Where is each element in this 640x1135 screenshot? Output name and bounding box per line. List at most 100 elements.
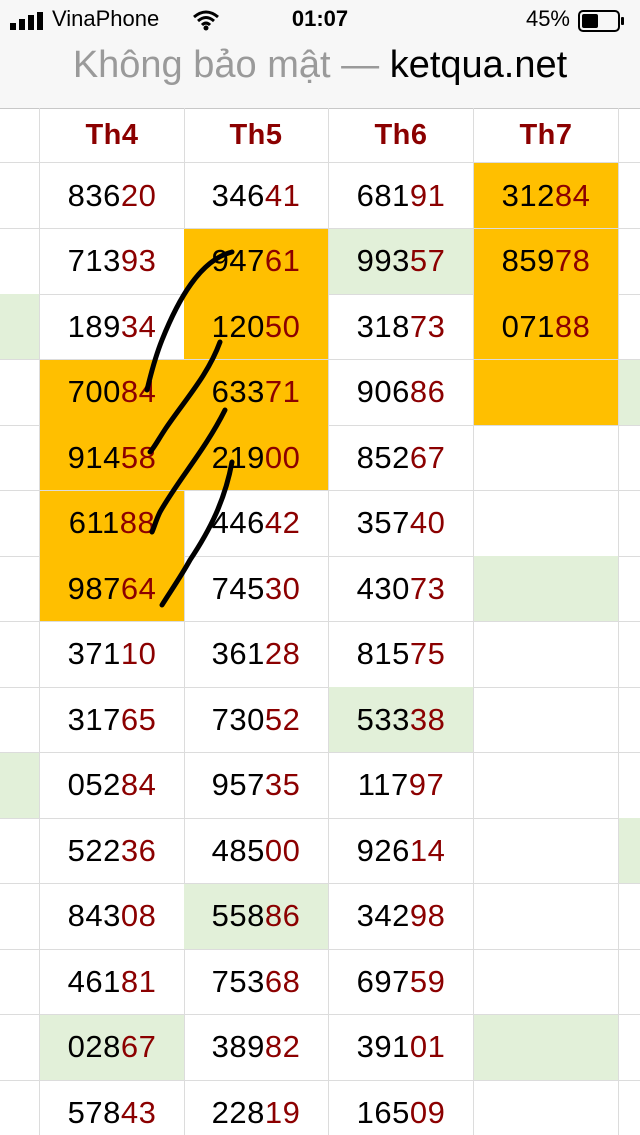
table-cell: 357 40	[329, 490, 474, 557]
table-cell: 312 84	[474, 163, 619, 229]
number-suffix: 30	[264, 570, 301, 606]
number-suffix: 73	[409, 308, 446, 344]
number-suffix: 67	[409, 439, 446, 475]
table-cell: 318 73	[329, 294, 474, 360]
number-prefix: 993	[356, 243, 410, 278]
number-prefix: 745	[211, 570, 265, 606]
table-cell: 815 75	[329, 621, 474, 688]
number-suffix: 50	[264, 308, 301, 344]
number-prefix: 947	[211, 243, 265, 278]
table-cell: 713 93	[40, 228, 185, 295]
table-cell	[619, 949, 640, 1015]
table-cell: 446 42	[184, 490, 329, 557]
number-suffix: 84	[120, 374, 157, 409]
number-prefix: 522	[67, 832, 121, 868]
table-cell	[474, 752, 619, 819]
table-cell: 6	[0, 425, 40, 491]
table-cell: 906 86	[329, 359, 474, 426]
table-cell: 2	[0, 556, 40, 622]
number-suffix: 09	[409, 1094, 446, 1130]
number-suffix: 86	[264, 898, 301, 933]
number-prefix: 120	[211, 308, 265, 344]
number-suffix: 93	[120, 243, 157, 278]
number-prefix: 730	[211, 701, 265, 737]
table-cell: 1	[0, 1080, 40, 1135]
column-header	[0, 108, 40, 163]
number-prefix: 836	[67, 177, 121, 213]
table-cell: 5	[0, 228, 40, 295]
number-prefix: 697	[356, 963, 410, 999]
table-cell	[619, 818, 640, 884]
table-cell: 533 38	[329, 687, 474, 753]
number-prefix: 361	[211, 636, 265, 671]
table-cell: 611 88	[40, 490, 185, 557]
table-cell: 346 41	[184, 163, 329, 229]
number-suffix: 10	[120, 636, 157, 671]
number-suffix: 34	[120, 308, 157, 344]
address-bar[interactable]: Không bảo mật — ketqua.net	[0, 40, 640, 109]
site-domain: ketqua.net	[389, 44, 568, 86]
number-prefix: 633	[211, 374, 265, 409]
number-suffix: 42	[264, 505, 301, 540]
number-prefix: 117	[357, 767, 409, 802]
number-prefix: 700	[67, 374, 121, 409]
number-prefix: 071	[501, 308, 555, 344]
table-cell: 633 71	[184, 359, 329, 426]
table-cell: 028 67	[40, 1014, 185, 1081]
table-cell: 914 58	[40, 425, 185, 491]
number-prefix: 914	[67, 439, 121, 475]
number-suffix: 84	[554, 177, 591, 213]
table-cell: 165 09	[329, 1080, 474, 1135]
number-suffix: 43	[120, 1094, 157, 1130]
column-header: Th6	[329, 108, 474, 163]
table-cell: 5	[0, 359, 40, 426]
table-cell: 843 08	[40, 883, 185, 950]
table-cell: 578 43	[40, 1080, 185, 1135]
number-prefix: 906	[356, 374, 410, 409]
number-suffix: 61	[264, 243, 301, 278]
table-cell: 522 36	[40, 818, 185, 884]
table-cell: 947 61	[184, 228, 329, 295]
table-cell: 389 82	[184, 1014, 329, 1081]
number-prefix: 815	[356, 636, 410, 671]
number-suffix: 01	[409, 1029, 446, 1064]
number-suffix: 35	[264, 767, 301, 802]
battery-percent: 45%	[525, 6, 570, 31]
table-cell: 052 84	[40, 752, 185, 819]
security-warning-label: Không bảo mật —	[72, 44, 380, 86]
number-suffix: 58	[120, 439, 157, 475]
number-suffix: 41	[264, 177, 301, 213]
table-cell: 430 73	[329, 556, 474, 622]
number-prefix: 346	[211, 177, 265, 213]
number-prefix: 461	[67, 963, 121, 999]
number-suffix: 82	[264, 1029, 301, 1064]
number-prefix: 843	[67, 898, 121, 933]
number-suffix: 28	[264, 636, 301, 671]
table-cell: 8	[0, 1014, 40, 1081]
number-prefix: 391	[356, 1029, 410, 1064]
table-cell: 745 30	[184, 556, 329, 622]
number-prefix: 317	[67, 701, 121, 737]
number-prefix: 357	[356, 505, 410, 540]
number-suffix: 81	[120, 963, 157, 999]
number-prefix: 189	[67, 308, 121, 344]
number-suffix: 19	[264, 1094, 301, 1130]
number-prefix: 446	[211, 505, 265, 540]
number-suffix: 14	[409, 832, 446, 868]
table-cell: 461 81	[40, 949, 185, 1015]
table-cell: 1	[0, 818, 40, 884]
table-cell	[474, 359, 619, 426]
table-cell: 957 35	[184, 752, 329, 819]
table-cell	[474, 818, 619, 884]
number-prefix: 371	[67, 636, 121, 671]
table-cell	[619, 753, 640, 819]
number-prefix: 852	[356, 439, 410, 475]
table-cell	[474, 490, 619, 557]
number-prefix: 318	[356, 308, 410, 344]
table-cell: 2	[0, 621, 40, 688]
table-cell	[619, 359, 640, 426]
table-cell	[619, 1080, 640, 1135]
table-cell: 342 98	[329, 883, 474, 950]
table-cell: 485 00	[184, 818, 329, 884]
table-cell: 852 67	[329, 425, 474, 491]
